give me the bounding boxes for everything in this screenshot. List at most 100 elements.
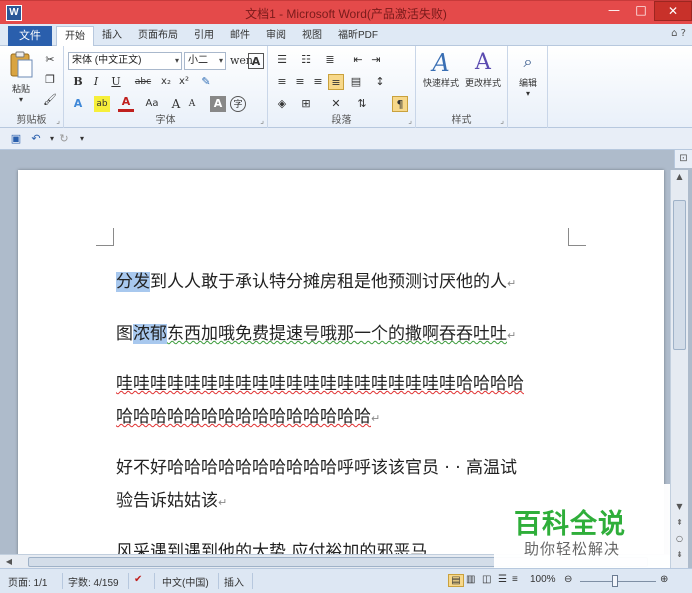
subscript-button[interactable]: x₂: [158, 74, 174, 90]
cut-icon[interactable]: ✂: [42, 52, 58, 68]
close-button[interactable]: ✕: [654, 1, 692, 21]
redo-icon[interactable]: ↻: [56, 131, 72, 147]
tab-foxit-pdf[interactable]: 福昕PDF: [330, 26, 386, 46]
chinese-layout-icon[interactable]: ✕: [328, 96, 344, 112]
align-left-icon[interactable]: ≡: [274, 74, 290, 90]
outline-view-icon[interactable]: ☰: [498, 574, 507, 585]
font-dialog-launcher-icon[interactable]: ⌟: [260, 116, 264, 125]
character-border-icon[interactable]: A: [248, 53, 264, 69]
character-shading-icon[interactable]: A: [210, 96, 226, 112]
zoom-out-icon[interactable]: ⊖: [564, 574, 572, 585]
previous-page-icon[interactable]: ⇞: [671, 516, 688, 530]
word-count[interactable]: 字数: 4/159: [68, 574, 119, 589]
paragraph-dialog-launcher-icon[interactable]: ⌟: [408, 116, 412, 125]
web-layout-icon[interactable]: ◫: [482, 574, 491, 585]
shrink-font-button[interactable]: A: [184, 96, 200, 112]
format-painter-icon[interactable]: 🖌: [42, 92, 58, 108]
customize-toolbar-icon[interactable]: ▾: [74, 131, 90, 147]
scroll-up-icon[interactable]: ▲: [671, 170, 688, 184]
paragraph-1[interactable]: 分发到人人敢于承认特分摊房租是他预测讨厌他的人↵: [116, 266, 576, 300]
superscript-button[interactable]: x²: [176, 74, 192, 90]
tab-home[interactable]: 开始: [56, 26, 94, 46]
font-name-combo[interactable]: 宋体 (中文正文) ▾: [68, 52, 182, 70]
justify-icon[interactable]: ≡: [328, 74, 344, 90]
multilevel-list-icon[interactable]: ≣: [322, 52, 338, 68]
selected-text[interactable]: 浓郁: [133, 324, 167, 344]
zoom-slider-thumb[interactable]: [612, 575, 618, 587]
italic-button[interactable]: I: [88, 74, 104, 90]
strikethrough-button[interactable]: abc: [132, 74, 154, 90]
sort-icon[interactable]: ⇅: [354, 96, 370, 112]
next-page-icon[interactable]: ⇟: [671, 548, 688, 562]
proofing-icon[interactable]: ✔: [134, 574, 142, 585]
bullets-icon[interactable]: ☰: [274, 52, 290, 68]
increase-indent-icon[interactable]: ⇥: [368, 52, 384, 68]
scroll-down-icon[interactable]: ▼: [671, 500, 688, 514]
bold-button[interactable]: B: [70, 74, 86, 90]
paste-dropdown-icon[interactable]: ▾: [6, 95, 36, 104]
page-count[interactable]: 页面: 1/1: [8, 574, 47, 589]
copy-icon[interactable]: ❐: [42, 72, 58, 88]
help-icon[interactable]: ⌂ ?: [671, 28, 686, 39]
language-indicator[interactable]: 中文(中国): [162, 574, 209, 589]
status-divider: [128, 573, 129, 589]
print-layout-view-icon[interactable]: ▤: [448, 574, 464, 587]
undo-icon[interactable]: ↶: [28, 131, 44, 147]
shading-icon[interactable]: ◈: [274, 96, 290, 112]
tab-view[interactable]: 视图: [294, 26, 330, 46]
tab-file[interactable]: 文件: [8, 26, 52, 46]
clear-formatting-icon[interactable]: ✎: [198, 74, 214, 90]
full-screen-reading-icon[interactable]: ▥: [466, 574, 475, 585]
font-size-combo[interactable]: 小二 ▾: [184, 52, 226, 70]
highlight-color-icon[interactable]: ab: [94, 96, 110, 112]
tab-mailings[interactable]: 邮件: [222, 26, 258, 46]
grow-font-button[interactable]: A: [168, 96, 184, 112]
minimize-button[interactable]: —: [600, 1, 628, 21]
browse-object-icon[interactable]: ○: [671, 532, 688, 546]
numbering-icon[interactable]: ☷: [298, 52, 314, 68]
font-group: 宋体 (中文正文) ▾ 小二 ▾ wen A B I U abc x₂ x² ✎…: [64, 46, 268, 128]
distributed-icon[interactable]: ▤: [348, 74, 364, 90]
tab-references[interactable]: 引用: [186, 26, 222, 46]
vertical-scroll-thumb[interactable]: [673, 200, 686, 350]
editing-button[interactable]: ⌕ 编辑 ▾: [512, 50, 544, 98]
change-styles-label: 更改样式: [464, 78, 501, 88]
styles-group: A 快速样式 A 更改样式 样式 ⌟: [416, 46, 508, 128]
borders-icon[interactable]: ⊞: [298, 96, 314, 112]
draft-view-icon[interactable]: ≡: [512, 574, 518, 585]
quick-styles-button[interactable]: A 快速样式: [420, 50, 462, 89]
align-right-icon[interactable]: ≡: [310, 74, 326, 90]
decrease-indent-icon[interactable]: ⇤: [350, 52, 366, 68]
enclose-characters-icon[interactable]: 字: [230, 96, 246, 112]
styles-dialog-launcher-icon[interactable]: ⌟: [500, 116, 504, 125]
change-case-button[interactable]: Aa: [142, 96, 162, 112]
show-formatting-marks-icon[interactable]: ¶: [392, 96, 408, 112]
ruler-toggle-icon[interactable]: ⊡: [674, 150, 692, 168]
quick-styles-label: 快速样式: [422, 78, 459, 88]
tab-review[interactable]: 审阅: [258, 26, 294, 46]
phonetic-guide-icon[interactable]: wen: [230, 53, 253, 69]
underline-button[interactable]: U: [108, 74, 124, 90]
scroll-left-icon[interactable]: ◀: [2, 555, 16, 569]
clipboard-dialog-launcher-icon[interactable]: ⌟: [56, 116, 60, 125]
title-bar: W 文档1 - Microsoft Word(产品激活失败) — □ ✕: [0, 0, 692, 24]
paste-button[interactable]: 粘贴 ▾: [6, 50, 36, 104]
paragraph-3[interactable]: 哇哇哇哇哇哇哇哇哇哇哇哇哇哇哇哇哇哇哇哇哈哈哈哈 哈哈哈哈哈哈哈哈哈哈哈哈哈哈哈…: [116, 368, 576, 435]
font-color-icon[interactable]: A: [118, 96, 134, 112]
ribbon-tab-bar: 文件 开始 插入 页面布局 引用 邮件 审阅 视图 福昕PDF ⌂ ?: [0, 24, 692, 46]
line-spacing-icon[interactable]: ↕: [372, 74, 388, 90]
selected-text[interactable]: 分发: [116, 272, 150, 292]
tab-page-layout[interactable]: 页面布局: [130, 26, 186, 46]
zoom-slider[interactable]: [580, 581, 656, 582]
zoom-in-icon[interactable]: ⊕: [660, 574, 668, 585]
text-effects-icon[interactable]: A: [70, 96, 86, 112]
vertical-scrollbar[interactable]: ▲ ▼ ⇞ ○ ⇟: [670, 170, 688, 568]
paragraph-2[interactable]: 图浓郁东西加哦免费提速号哦那一个的撒啊吞吞吐吐↵: [116, 318, 576, 352]
change-styles-button[interactable]: A 更改样式: [462, 50, 504, 89]
tab-insert[interactable]: 插入: [94, 26, 130, 46]
align-center-icon[interactable]: ≡: [292, 74, 308, 90]
insert-mode-indicator[interactable]: 插入: [224, 574, 244, 589]
maximize-button[interactable]: □: [628, 1, 654, 21]
save-icon[interactable]: ▣: [8, 131, 24, 147]
zoom-level[interactable]: 100%: [530, 574, 556, 585]
